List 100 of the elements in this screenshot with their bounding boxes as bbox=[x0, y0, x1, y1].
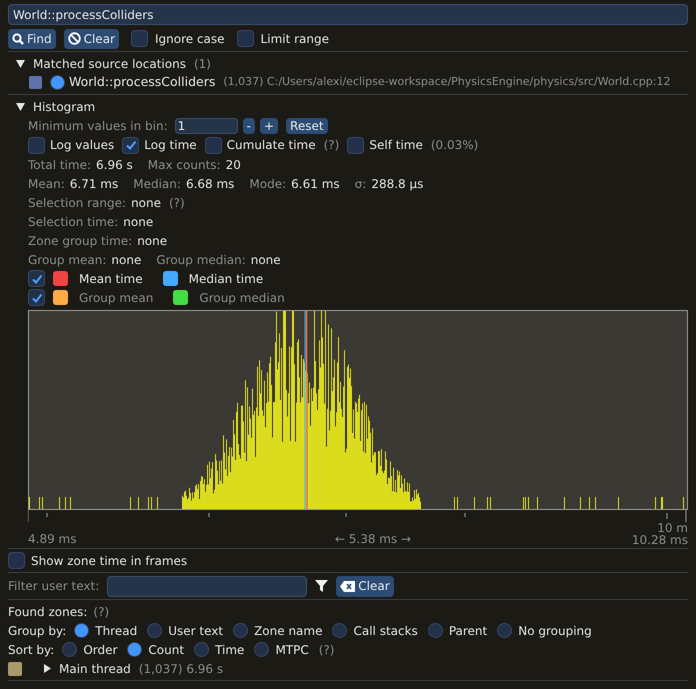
label: Found zones: bbox=[8, 604, 88, 620]
legend-label: Median time bbox=[188, 270, 264, 288]
stat-label: Group mean: bbox=[28, 252, 106, 268]
checkbox[interactable] bbox=[204, 136, 222, 154]
option-label: User text bbox=[168, 622, 224, 640]
hint-label: (?) bbox=[93, 604, 110, 620]
stat-label: Mode: bbox=[249, 176, 286, 192]
tick-label: 10 m bbox=[657, 522, 688, 534]
label: Minimum values in bin: bbox=[28, 118, 168, 134]
stat-value: 6.68 ms bbox=[186, 176, 234, 192]
stat-value: none bbox=[123, 214, 154, 230]
axis-label: 10.28 ms bbox=[632, 534, 688, 546]
radio-button[interactable] bbox=[233, 623, 248, 638]
option-label: MTPC bbox=[275, 642, 309, 658]
legend-label: Mean time bbox=[79, 270, 143, 288]
checkbox[interactable] bbox=[8, 552, 25, 569]
stat-value: none bbox=[111, 252, 142, 268]
legend-label: Group median bbox=[199, 290, 285, 306]
radio-button[interactable] bbox=[194, 642, 210, 657]
section-header: Matched source locations bbox=[33, 56, 186, 72]
filter-field[interactable] bbox=[107, 576, 308, 596]
find-button[interactable]: Find bbox=[8, 28, 56, 48]
stat-label: Median: bbox=[133, 176, 181, 192]
stat-value: 6.71 ms bbox=[70, 176, 118, 192]
checkbox[interactable] bbox=[28, 289, 45, 306]
clear-button[interactable]: Clear bbox=[64, 28, 119, 48]
search-field[interactable]: World::processColliders bbox=[8, 4, 688, 25]
axis-range-label: ← 5.38 ms → bbox=[334, 533, 412, 546]
stat-value: 6.96 s bbox=[96, 156, 133, 174]
label: Log values bbox=[50, 137, 114, 154]
hint-label: (?) bbox=[169, 194, 185, 212]
source-location: (1,037) C:/Users/alexi/eclipse-workspace/PhysicsEngine/physics/src/World.cpp:12 bbox=[223, 74, 670, 90]
stepper-button[interactable]: + bbox=[260, 118, 278, 134]
radio-button[interactable] bbox=[62, 642, 78, 657]
legend-label: Group mean bbox=[79, 290, 154, 306]
stat-label: Group median: bbox=[156, 252, 246, 268]
label: Sort by: bbox=[8, 642, 54, 658]
checkbox[interactable] bbox=[236, 30, 254, 47]
radio-button[interactable] bbox=[428, 623, 443, 638]
option-label: Time bbox=[215, 642, 244, 658]
stat-value: none bbox=[131, 194, 161, 212]
label: Log time bbox=[144, 137, 197, 154]
stat-label: σ: bbox=[354, 176, 366, 192]
label: Limit range bbox=[260, 30, 330, 48]
prohibited-icon bbox=[68, 32, 81, 45]
stat-value: 288.8 μs bbox=[371, 176, 424, 192]
label: Group by: bbox=[8, 622, 66, 640]
axis-label: 4.89 ms bbox=[28, 533, 78, 546]
radio-button[interactable] bbox=[50, 75, 65, 90]
option-label: Zone name bbox=[254, 622, 322, 640]
expanded-triangle-icon[interactable] bbox=[16, 102, 25, 110]
checkbox[interactable] bbox=[28, 136, 45, 154]
stat-label: Selection range: bbox=[28, 194, 126, 212]
stat-value: 6.61 ms bbox=[291, 176, 340, 192]
clear-button[interactable]: Clear bbox=[336, 576, 394, 596]
checkbox[interactable] bbox=[28, 270, 45, 287]
checkbox[interactable] bbox=[347, 136, 364, 154]
stat-label: Total time: bbox=[28, 156, 91, 174]
checkbox[interactable] bbox=[122, 136, 140, 154]
stat-value: 20 bbox=[226, 156, 241, 174]
radio-button[interactable] bbox=[74, 623, 90, 638]
option-label: No grouping bbox=[518, 622, 592, 640]
label: Filter user text: bbox=[8, 578, 100, 595]
label: Show zone time in frames bbox=[31, 552, 188, 570]
label: Ignore case bbox=[154, 30, 225, 48]
stat-label: Mean: bbox=[28, 176, 65, 192]
hint-label: (?) bbox=[324, 137, 340, 154]
label: Cumulate time bbox=[226, 137, 316, 154]
hint-label: (0.03%) bbox=[430, 137, 478, 154]
filter-icon bbox=[315, 580, 328, 592]
radio-button[interactable] bbox=[147, 623, 162, 638]
function-name: World::processColliders bbox=[69, 73, 216, 92]
thread-name: Main thread bbox=[59, 660, 131, 678]
stat-value: none bbox=[137, 232, 168, 250]
stat-value: none bbox=[250, 252, 281, 268]
stepper-button[interactable]: - bbox=[242, 118, 255, 134]
section-header: Histogram bbox=[33, 98, 96, 116]
reset-button[interactable]: Reset bbox=[286, 118, 328, 134]
number-field[interactable]: 1 bbox=[174, 118, 238, 134]
radio-button[interactable] bbox=[127, 642, 142, 657]
option-label: Parent bbox=[448, 622, 488, 640]
thread-info: (1,037) 6.96 s bbox=[138, 660, 224, 678]
hint-label: (?) bbox=[318, 642, 334, 658]
stat-label: Max counts: bbox=[148, 156, 221, 174]
option-label: Thread bbox=[95, 622, 138, 640]
backspace-icon bbox=[340, 580, 356, 592]
count-label: (1) bbox=[194, 56, 211, 72]
option-label: Count bbox=[148, 642, 184, 658]
search-icon bbox=[12, 32, 24, 44]
option-label: Call stacks bbox=[353, 622, 418, 640]
collapsed-triangle-icon[interactable] bbox=[44, 664, 51, 673]
radio-button[interactable] bbox=[254, 642, 270, 657]
label: Self time bbox=[369, 137, 423, 154]
radio-button[interactable] bbox=[332, 623, 348, 638]
stat-label: Selection time: bbox=[28, 214, 118, 230]
radio-button[interactable] bbox=[497, 623, 512, 638]
option-label: Order bbox=[83, 642, 118, 658]
stat-label: Zone group time: bbox=[28, 232, 132, 250]
expanded-triangle-icon[interactable] bbox=[16, 60, 25, 68]
checkbox[interactable] bbox=[130, 30, 148, 47]
